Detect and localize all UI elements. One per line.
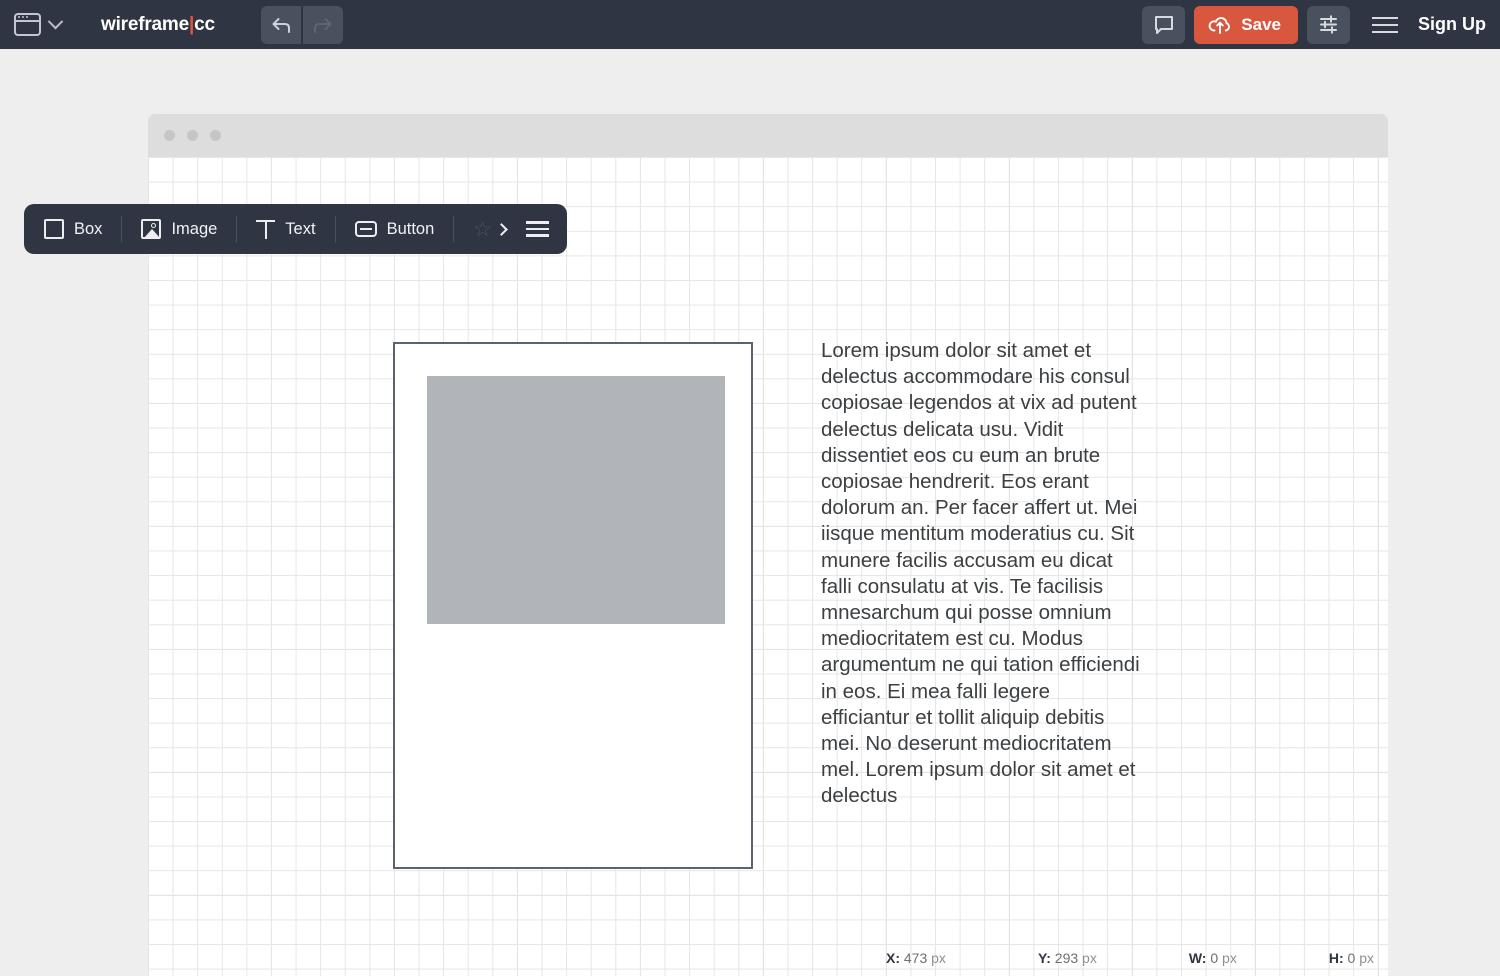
sliders-icon (1320, 15, 1337, 34)
toolbar-divider (236, 216, 238, 242)
status-w: W: 0 px (1189, 950, 1237, 966)
save-button-label: Save (1241, 14, 1281, 34)
tool-text-label: Text (285, 219, 316, 238)
comments-button[interactable] (1142, 5, 1186, 44)
undo-button[interactable] (260, 5, 301, 44)
status-h-unit: px (1359, 950, 1374, 966)
brand-suffix: cc (194, 13, 215, 35)
workspace: Lorem ipsum dolor sit amet et delectus a… (0, 49, 1500, 976)
tool-text[interactable]: Text (256, 214, 334, 244)
image-placeholder[interactable] (427, 376, 725, 624)
image-icon (141, 219, 162, 239)
status-x-value: 473 (903, 950, 928, 966)
status-h: H: 0 px (1329, 950, 1374, 966)
top-bar: wireframe|cc Save Sign Up (0, 0, 1500, 49)
top-bar-right-group: Save Sign Up (1142, 5, 1486, 44)
status-y-value: 293 (1054, 950, 1079, 966)
design-canvas[interactable]: Lorem ipsum dolor sit amet et delectus a… (148, 157, 1388, 976)
toolbar-menu-button[interactable] (526, 221, 550, 237)
tool-image[interactable]: Image (141, 214, 236, 244)
status-h-label: H: (1328, 950, 1344, 966)
canvas-box-element[interactable] (393, 342, 753, 869)
page-title: wireframe|cc (101, 14, 215, 36)
tool-image-label: Image (171, 219, 218, 238)
tool-box[interactable]: Box (44, 214, 121, 244)
redo-button[interactable] (302, 5, 343, 44)
main-menu-button[interactable] (1372, 16, 1398, 33)
project-type-selector[interactable] (8, 9, 67, 40)
element-toolbar: Box Image Text Button ☆ (24, 204, 568, 254)
status-w-value: 0 (1210, 950, 1219, 966)
browser-window-icon (14, 13, 41, 36)
toolbar-divider (334, 216, 336, 242)
hamburger-menu-icon (1372, 16, 1398, 19)
status-w-label: W: (1188, 950, 1207, 966)
button-icon (354, 221, 377, 237)
traffic-light-dot-3 (210, 130, 221, 141)
redo-arrow-icon (313, 17, 332, 33)
tool-button[interactable]: Button (354, 214, 454, 244)
status-y: Y: 293 px (1038, 950, 1097, 966)
more-elements-button[interactable]: ☆ (473, 219, 526, 240)
square-icon (44, 219, 64, 239)
status-w-unit: px (1222, 950, 1237, 966)
traffic-light-dot-2 (187, 130, 198, 141)
cloud-upload-icon (1208, 16, 1231, 34)
status-y-label: Y: (1037, 950, 1051, 966)
status-h-value: 0 (1347, 950, 1356, 966)
top-bar-left-group: wireframe|cc (8, 0, 343, 49)
undo-arrow-icon (272, 17, 290, 33)
tool-box-label: Box (74, 219, 103, 238)
comment-bubble-icon (1154, 15, 1173, 34)
traffic-light-dot-1 (164, 130, 175, 141)
brand-prefix: wireframe (101, 13, 189, 35)
settings-button[interactable] (1307, 5, 1350, 44)
tool-button-label: Button (386, 219, 435, 238)
status-y-unit: px (1082, 950, 1097, 966)
chevron-down-icon (47, 13, 64, 30)
canvas-text-element[interactable]: Lorem ipsum dolor sit amet et delectus a… (821, 338, 1143, 810)
status-x: X: 473 px (886, 950, 946, 966)
chevron-right-icon (495, 222, 508, 236)
text-t-icon (256, 219, 276, 239)
window-dots (18, 16, 28, 18)
history-button-group (260, 5, 343, 44)
save-button[interactable]: Save (1194, 5, 1298, 44)
star-icon: ☆ (473, 217, 493, 241)
hamburger-menu-icon (526, 221, 550, 224)
status-bar: X: 473 px Y: 293 px W: 0 px H: 0 px (148, 940, 1388, 976)
status-x-unit: px (931, 950, 946, 966)
status-x-label: X: (886, 950, 900, 966)
toolbar-divider (121, 216, 123, 242)
toolbar-divider (453, 216, 455, 242)
mock-browser-titlebar (148, 114, 1388, 157)
sign-up-button[interactable]: Sign Up (1418, 14, 1486, 35)
